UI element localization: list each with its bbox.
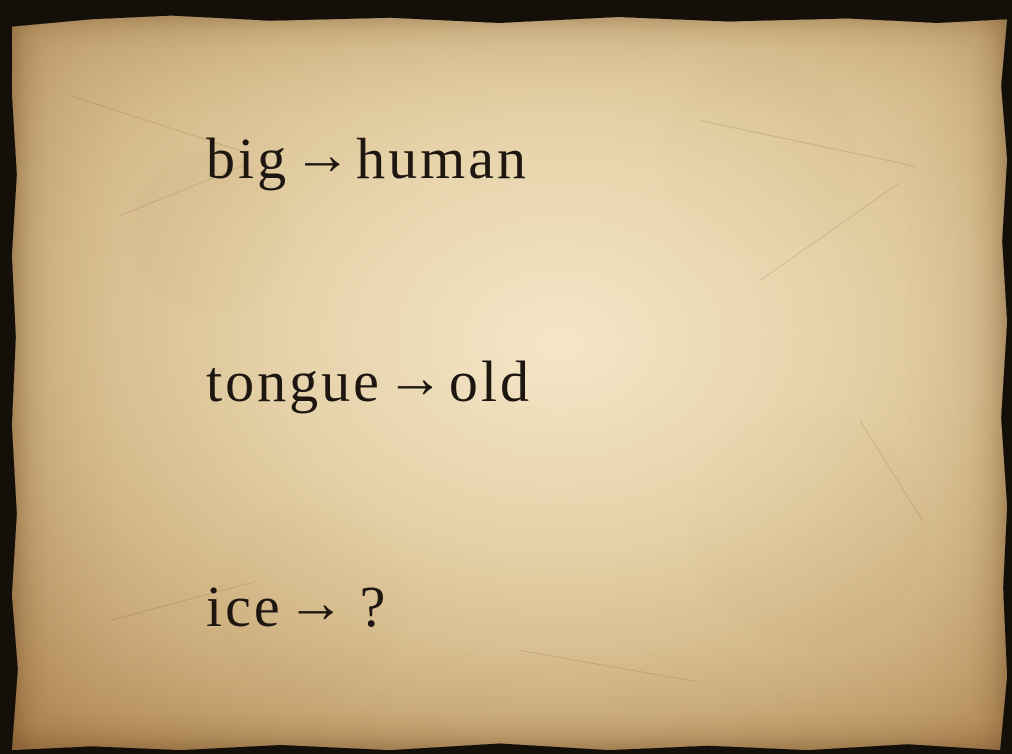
riddle-right-word: old xyxy=(448,349,532,414)
riddle-right-word: human xyxy=(356,126,529,191)
arrow-icon: → xyxy=(293,122,355,187)
arrow-icon: → xyxy=(286,570,348,635)
puzzle-card-stage: big→human tongue→old ice→? xyxy=(0,0,1012,754)
riddle-left-word: ice xyxy=(206,574,283,639)
riddle-line: big→human xyxy=(206,126,529,191)
riddle-line: tongue→old xyxy=(206,349,532,414)
riddle-left-word: big xyxy=(206,126,290,191)
riddle-left-word: tongue xyxy=(206,349,382,414)
unknown-answer: ? xyxy=(359,574,389,639)
arrow-icon: → xyxy=(385,345,447,410)
riddle-line: ice→? xyxy=(206,574,389,639)
